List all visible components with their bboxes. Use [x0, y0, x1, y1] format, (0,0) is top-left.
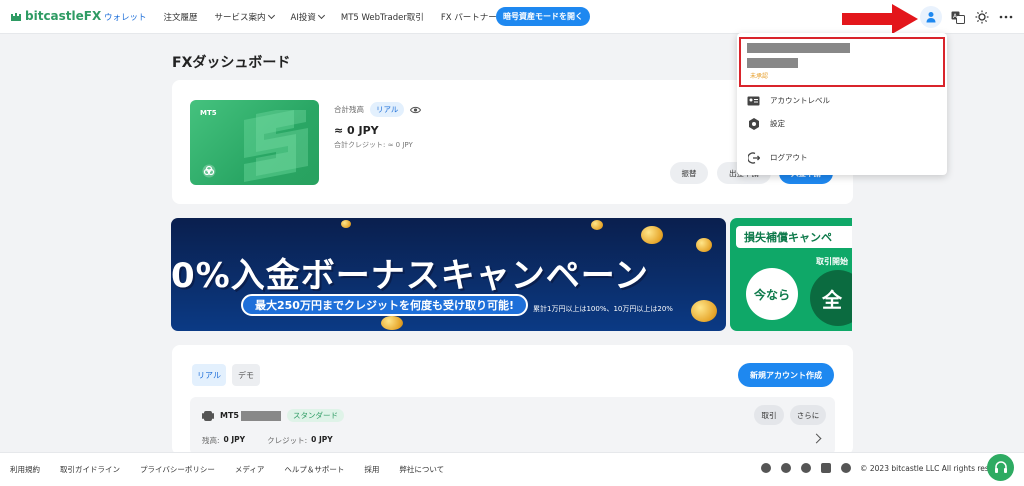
bitcastle-logo[interactable]: bitcastle FX	[10, 9, 101, 23]
nav-order-history[interactable]: 注文履歴	[164, 11, 198, 23]
gear-icon	[747, 117, 760, 130]
credit-value: 0 JPY	[311, 435, 333, 444]
facebook-icon[interactable]	[761, 463, 771, 473]
banner2-heading: 損失補償キャンペ	[736, 226, 852, 248]
loss-compensation-banner[interactable]: 損失補償キャンペ 取引開始 今なら 全	[730, 218, 852, 331]
accounts-card: リアル デモ 新規アカウント作成 MT5 スタンダード 取引 さらに 残高: 0…	[172, 345, 853, 455]
sun-icon	[975, 10, 989, 24]
mt5-decoration-graphic	[244, 110, 308, 182]
copyright: © 2023 bitcastle LLC All rights res	[860, 464, 989, 473]
logo-text: bitcastle	[25, 9, 84, 23]
more-horizontal-icon	[999, 15, 1013, 19]
trade-button[interactable]: 取引	[754, 405, 784, 425]
menu-item-logout[interactable]: ログアウト	[747, 151, 808, 164]
coin-decoration	[641, 226, 663, 244]
nav-fx-partner[interactable]: FX パートナー	[441, 11, 497, 23]
transfer-button[interactable]: 振替	[670, 162, 708, 184]
coin-decoration	[341, 220, 351, 228]
menu-item-label: アカウントレベル	[770, 96, 830, 105]
coin-decoration	[691, 300, 717, 322]
theme-toggle-button[interactable]	[974, 9, 990, 25]
user-account-button[interactable]	[920, 6, 942, 28]
banner-note: 累計1万円以上は100%、10万円以上は20%	[533, 305, 673, 313]
balance-label: 残高:	[202, 436, 220, 445]
nav-ai-invest[interactable]: AI投資	[291, 11, 325, 23]
footer-link-trading-guidelines[interactable]: 取引ガイドライン	[60, 464, 120, 475]
balance-value: 0 JPY	[223, 435, 246, 444]
banner-title: 0%入金ボーナスキャンペーン	[171, 256, 650, 296]
chevron-down-icon	[267, 11, 275, 20]
red-arrow-annotation	[842, 4, 918, 34]
mt5-logo-icon	[202, 164, 216, 178]
footer-link-help[interactable]: ヘルプ＆サポート	[284, 464, 344, 475]
total-balance-value: ≈ 0 JPY	[334, 124, 379, 137]
footer: 利用規約 取引ガイドライン プライバシーポリシー メディア ヘルプ＆サポート 採…	[0, 452, 1024, 486]
coin-decoration	[381, 316, 403, 330]
credit-label: クレジット:	[267, 436, 308, 445]
support-chat-button[interactable]	[987, 454, 1014, 481]
nav-wallet[interactable]: ウォレット	[104, 11, 147, 23]
chevron-right-icon[interactable]	[811, 433, 822, 444]
nav-mt5-webtrader[interactable]: MT5 WebTrader取引	[341, 11, 424, 23]
telegram-icon[interactable]	[801, 463, 811, 473]
banner2-sub: 取引開始	[816, 257, 848, 266]
footer-link-privacy[interactable]: プライバシーポリシー	[140, 464, 215, 475]
page-title: FXダッシュボード	[172, 55, 291, 71]
header-actions: A	[920, 6, 1014, 28]
nav-services[interactable]: サービス案内	[215, 11, 275, 23]
mt5-tile-label: MT5	[200, 109, 217, 117]
user-icon	[926, 12, 936, 23]
footer-link-terms[interactable]: 利用規約	[10, 464, 40, 475]
main-nav: ウォレット 注文履歴 サービス案内 AI投資 MT5 WebTrader取引 F…	[104, 0, 514, 34]
social-links	[761, 463, 861, 473]
total-balance-row: 合計残高 リアル	[334, 102, 422, 117]
deposit-bonus-banner[interactable]: 0%入金ボーナスキャンペーン 最大250万円までクレジットを何度も受け取り可能!…	[171, 218, 726, 331]
menu-item-label: ログアウト	[770, 153, 808, 162]
real-badge: リアル	[370, 102, 405, 117]
x-twitter-icon[interactable]	[781, 463, 791, 473]
total-credit: 合計クレジット: ≈ 0 JPY	[334, 141, 413, 149]
eye-icon[interactable]	[410, 106, 422, 114]
headset-icon	[994, 460, 1007, 473]
new-account-button[interactable]: 新規アカウント作成	[738, 363, 834, 387]
language-button[interactable]: A	[950, 9, 966, 25]
chevron-down-icon	[317, 11, 325, 20]
logo-fx: FX	[83, 9, 102, 23]
instagram-icon[interactable]	[821, 463, 831, 473]
logout-icon	[747, 151, 760, 164]
footer-links: 利用規約 取引ガイドライン プライバシーポリシー メディア ヘルプ＆サポート 採…	[10, 464, 464, 475]
account-balances: 残高: 0 JPY クレジット: 0 JPY	[202, 435, 355, 446]
more-button[interactable]: さらに	[790, 405, 826, 425]
line-icon[interactable]	[841, 463, 851, 473]
coin-decoration	[591, 220, 603, 230]
redacted-user-email	[747, 43, 850, 53]
mt5-tile: MT5	[190, 100, 319, 185]
banner-subtitle: 最大250万円までクレジットを何度も受け取り可能!	[241, 294, 528, 316]
user-dropdown-menu: 未承認 アカウントレベル 設定 ログアウト	[737, 33, 947, 175]
banner2-all: 全	[810, 270, 852, 326]
redacted-user-id	[747, 58, 798, 68]
footer-link-careers[interactable]: 採用	[364, 464, 379, 475]
verification-status: 未承認	[750, 73, 769, 80]
mt5-account-icon	[202, 410, 214, 421]
menu-item-label: 設定	[770, 119, 785, 128]
account-prefix: MT5	[220, 411, 239, 420]
banner2-now: 今なら	[746, 268, 798, 320]
footer-link-media[interactable]: メディア	[235, 464, 264, 475]
tab-demo[interactable]: デモ	[232, 364, 260, 386]
crypto-mode-button[interactable]: 暗号資産モードを開く	[496, 7, 590, 26]
account-row[interactable]: MT5 スタンダード 取引 さらに 残高: 0 JPY クレジット: 0 JPY	[190, 397, 835, 455]
translate-icon: A	[951, 11, 965, 24]
id-card-icon	[747, 94, 760, 107]
standard-badge: スタンダード	[286, 409, 344, 422]
tab-real[interactable]: リアル	[192, 364, 226, 386]
more-options-button[interactable]	[998, 9, 1014, 25]
menu-item-settings[interactable]: 設定	[747, 117, 785, 130]
castle-icon	[11, 13, 21, 21]
footer-link-about[interactable]: 弊社について	[399, 464, 444, 475]
redacted-account-number	[240, 410, 281, 421]
account-name: MT5 スタンダード	[202, 409, 344, 422]
menu-item-account-level[interactable]: アカウントレベル	[747, 94, 830, 107]
total-balance-label: 合計残高	[334, 105, 364, 114]
